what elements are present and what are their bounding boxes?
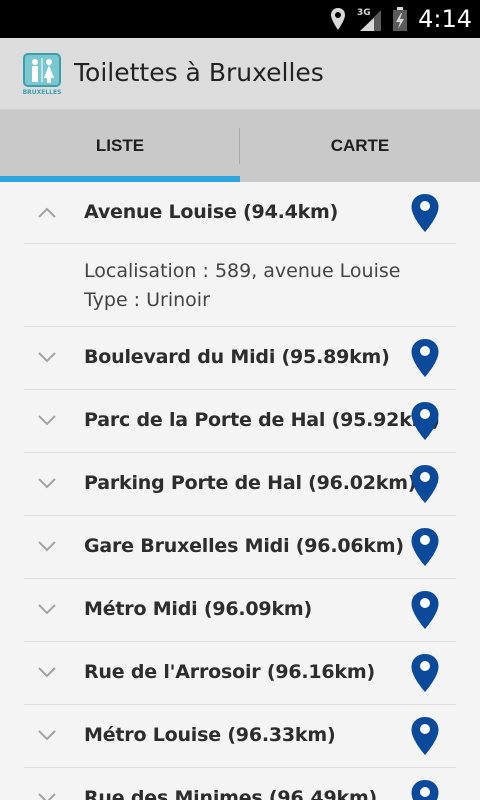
list-item[interactable]: Rue des Minimes (96.49km) xyxy=(0,768,480,800)
chevron-down-icon[interactable] xyxy=(37,792,57,800)
chevron-down-icon[interactable] xyxy=(37,414,57,426)
battery-icon xyxy=(393,7,408,31)
tab-bar: LISTE CARTE xyxy=(0,110,480,182)
chevron-down-icon[interactable] xyxy=(37,477,57,489)
app-icon-caption: BRUXELLES xyxy=(23,89,62,96)
map-pin-icon[interactable] xyxy=(410,193,440,233)
list-item-title: Rue des Minimes (96.49km) xyxy=(84,787,378,800)
location-icon xyxy=(331,8,346,30)
status-icons: 3G 4:14 xyxy=(330,0,472,38)
list-item[interactable]: Rue de l'Arrosoir (96.16km) xyxy=(0,642,480,705)
list-item[interactable]: Métro Louise (96.33km) xyxy=(0,705,480,768)
list-item[interactable]: Parking Porte de Hal (96.02km) xyxy=(0,453,480,516)
map-pin-icon[interactable] xyxy=(410,590,440,630)
chevron-down-icon[interactable] xyxy=(37,729,57,741)
chevron-up-icon[interactable] xyxy=(37,206,57,218)
toilet-app-icon: BRUXELLES xyxy=(23,53,62,96)
toilet-list[interactable]: Avenue Louise (94.4km) Localisation : 58… xyxy=(0,182,480,800)
list-item-expanded[interactable]: Avenue Louise (94.4km) xyxy=(0,182,480,244)
action-bar: BRUXELLES Toilettes à Bruxelles xyxy=(0,38,480,110)
app-title: Toilettes à Bruxelles xyxy=(74,58,324,87)
list-item[interactable]: Parc de la Porte de Hal (95.92km) xyxy=(0,390,480,453)
list-item-title: Parking Porte de Hal (96.02km) xyxy=(84,472,417,494)
detail-localisation: Localisation : 589, avenue Louise xyxy=(84,260,401,282)
chevron-down-icon[interactable] xyxy=(37,351,57,363)
map-pin-icon[interactable] xyxy=(410,779,440,800)
list-item-title: Métro Midi (96.09km) xyxy=(84,598,312,620)
signal-icon: 3G xyxy=(357,8,382,31)
map-pin-icon[interactable] xyxy=(410,464,440,504)
map-pin-icon[interactable] xyxy=(410,653,440,693)
map-pin-icon[interactable] xyxy=(410,401,440,441)
list-item[interactable]: Gare Bruxelles Midi (96.06km) xyxy=(0,516,480,579)
chevron-down-icon[interactable] xyxy=(37,540,57,552)
list-item-details: Localisation : 589, avenue Louise Type :… xyxy=(0,244,480,327)
chevron-down-icon[interactable] xyxy=(37,603,57,615)
chevron-down-icon[interactable] xyxy=(37,666,57,678)
list-item-title: Parc de la Porte de Hal (95.92km) xyxy=(84,409,440,431)
tab-liste[interactable]: LISTE xyxy=(0,110,240,182)
list-item-title: Boulevard du Midi (95.89km) xyxy=(84,346,390,368)
list-item-title: Métro Louise (96.33km) xyxy=(84,724,336,746)
tab-carte[interactable]: CARTE xyxy=(240,110,480,182)
list-item-title: Gare Bruxelles Midi (96.06km) xyxy=(84,535,404,557)
network-type-label: 3G xyxy=(357,8,371,18)
list-item-title: Avenue Louise (94.4km) xyxy=(84,201,339,223)
list-item-title: Rue de l'Arrosoir (96.16km) xyxy=(84,661,375,683)
map-pin-icon[interactable] xyxy=(410,527,440,567)
list-item[interactable]: Boulevard du Midi (95.89km) xyxy=(0,327,480,390)
status-bar: 3G 4:14 xyxy=(0,0,480,38)
list-item[interactable]: Métro Midi (96.09km) xyxy=(0,579,480,642)
map-pin-icon[interactable] xyxy=(410,716,440,756)
detail-type: Type : Urinoir xyxy=(84,289,210,311)
clock: 4:14 xyxy=(418,5,472,33)
map-pin-icon[interactable] xyxy=(410,338,440,378)
